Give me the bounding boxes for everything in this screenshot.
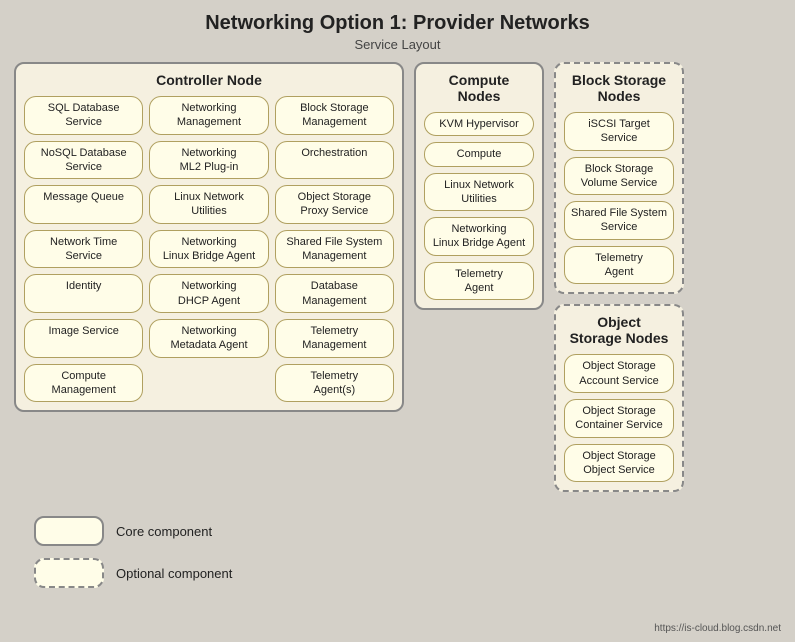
compute-box-2: Linux NetworkUtilities <box>424 173 534 212</box>
legend-core: Core component <box>34 516 232 546</box>
legend-core-box <box>34 516 104 546</box>
controller-box-16: NetworkingMetadata Agent <box>149 319 268 358</box>
controller-node-title: Controller Node <box>24 72 394 88</box>
os-col: Object StorageAccount Service Object Stor… <box>564 354 674 482</box>
block-storage-section: Block StorageNodes iSCSI TargetService Bl… <box>554 62 684 294</box>
compute-box-0: KVM Hypervisor <box>424 112 534 136</box>
object-storage-title: ObjectStorage Nodes <box>564 314 674 346</box>
legend-optional-label: Optional component <box>116 566 232 581</box>
controller-box-17: TelemetryManagement <box>275 319 394 358</box>
compute-col: KVM Hypervisor Compute Linux NetworkUtilit… <box>424 112 534 300</box>
block-storage-box-0: iSCSI TargetService <box>564 112 674 151</box>
controller-box-13: NetworkingDHCP Agent <box>149 274 268 313</box>
object-storage-box-1: Object StorageContainer Service <box>564 399 674 438</box>
block-storage-box-1: Block StorageVolume Service <box>564 157 674 196</box>
controller-box-11: Shared File SystemManagement <box>275 230 394 269</box>
watermark: https://is-cloud.blog.csdn.net <box>654 623 781 634</box>
page-title: Networking Option 1: Provider Networks <box>14 12 781 35</box>
controller-box-5: Orchestration <box>275 141 394 180</box>
legend-optional-box <box>34 558 104 588</box>
controller-box-6: Message Queue <box>24 185 143 224</box>
controller-box-2: Block StorageManagement <box>275 96 394 135</box>
controller-box-8: Object StorageProxy Service <box>275 185 394 224</box>
right-col: Block StorageNodes iSCSI TargetService Bl… <box>554 62 781 492</box>
object-storage-box-0: Object StorageAccount Service <box>564 354 674 393</box>
page: Networking Option 1: Provider Networks S… <box>0 0 795 642</box>
bs-col: iSCSI TargetService Block StorageVolume S… <box>564 112 674 284</box>
controller-grid: SQL DatabaseServiceNetworkingManagementB… <box>24 96 394 402</box>
controller-box-14: DatabaseManagement <box>275 274 394 313</box>
compute-box-4: TelemetryAgent <box>424 262 534 301</box>
legend-core-label: Core component <box>116 524 212 539</box>
controller-box-9: Network TimeService <box>24 230 143 269</box>
block-storage-box-3: TelemetryAgent <box>564 246 674 285</box>
controller-box-3: NoSQL DatabaseService <box>24 141 143 180</box>
controller-box-10: NetworkingLinux Bridge Agent <box>149 230 268 269</box>
controller-box-4: NetworkingML2 Plug-in <box>149 141 268 180</box>
controller-box-1: NetworkingManagement <box>149 96 268 135</box>
controller-box-0: SQL DatabaseService <box>24 96 143 135</box>
compute-box-1: Compute <box>424 142 534 166</box>
object-storage-box-2: Object StorageObject Service <box>564 444 674 483</box>
controller-box-18: ComputeManagement <box>24 364 143 403</box>
page-subtitle: Service Layout <box>14 37 781 52</box>
controller-box-7: Linux NetworkUtilities <box>149 185 268 224</box>
bottom-row: Core component Optional component <box>14 502 781 588</box>
compute-nodes-title: ComputeNodes <box>424 72 534 104</box>
compute-nodes-section: ComputeNodes KVM Hypervisor Compute Linux … <box>414 62 544 310</box>
controller-box-12: Identity <box>24 274 143 313</box>
controller-box-20: TelemetryAgent(s) <box>275 364 394 403</box>
block-storage-title: Block StorageNodes <box>564 72 674 104</box>
diagram: Controller Node SQL DatabaseServiceNetwo… <box>14 62 781 492</box>
object-storage-section: ObjectStorage Nodes Object StorageAccoun… <box>554 304 684 492</box>
compute-box-3: NetworkingLinux Bridge Agent <box>424 217 534 256</box>
controller-node-section: Controller Node SQL DatabaseServiceNetwo… <box>14 62 404 412</box>
block-storage-box-2: Shared File SystemService <box>564 201 674 240</box>
legend: Core component Optional component <box>34 516 232 588</box>
controller-box-15: Image Service <box>24 319 143 358</box>
legend-optional: Optional component <box>34 558 232 588</box>
